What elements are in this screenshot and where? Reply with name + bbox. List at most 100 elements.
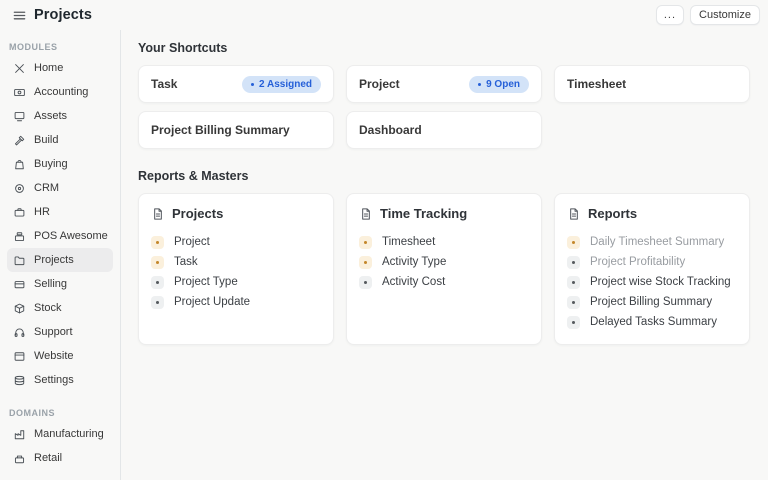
sidebar-item-website[interactable]: Website <box>7 344 113 368</box>
app-header: Projects ... Customize <box>0 0 768 30</box>
website-icon <box>12 349 26 363</box>
shortcut-card-project-billing-summary[interactable]: Project Billing Summary <box>138 111 334 149</box>
masters-card-header: Time Tracking <box>359 206 529 221</box>
shortcut-label: Timesheet <box>567 77 626 91</box>
item-status-dot <box>567 276 580 289</box>
sidebar-item-pos-awesome[interactable]: POS Awesome <box>7 224 113 248</box>
masters-link-label: Project Update <box>174 296 250 308</box>
sidebar-item-projects[interactable]: Projects <box>7 248 113 272</box>
badge-text: 9 Open <box>486 79 520 90</box>
more-options-button[interactable]: ... <box>656 5 684 25</box>
masters-link-label: Project <box>174 236 210 248</box>
sidebar-item-label: Support <box>34 326 73 338</box>
masters-link-activity-type[interactable]: Activity Type <box>359 252 529 272</box>
shortcut-label: Project Billing Summary <box>151 123 290 137</box>
masters-grid: Projects Project Task Project Type Project U… <box>138 193 750 345</box>
file-text-icon <box>359 207 373 221</box>
accounting-icon <box>12 85 26 99</box>
sidebar-item-label: Settings <box>34 374 74 386</box>
masters-card-title: Projects <box>172 206 223 221</box>
settings-icon <box>12 373 26 387</box>
shortcut-card-project[interactable]: Project 9 Open <box>346 65 542 103</box>
item-status-dot <box>359 256 372 269</box>
sidebar-item-build[interactable]: Build <box>7 128 113 152</box>
manufacturing-icon <box>12 427 26 441</box>
masters-link-task[interactable]: Task <box>151 252 321 272</box>
page-title: Projects <box>34 7 92 23</box>
masters-link-project-profitability[interactable]: Project Profitability <box>567 252 737 272</box>
sidebar-item-crm[interactable]: CRM <box>7 176 113 200</box>
sidebar-item-label: Home <box>34 62 63 74</box>
masters-link-label: Activity Cost <box>382 276 445 288</box>
hamburger-menu-icon[interactable] <box>10 6 28 24</box>
buying-icon <box>12 157 26 171</box>
sidebar-item-manufacturing[interactable]: Manufacturing <box>7 422 113 446</box>
sidebar-item-label: Projects <box>34 254 74 266</box>
sidebar-item-home[interactable]: Home <box>7 56 113 80</box>
badge-text: 2 Assigned <box>259 79 312 90</box>
masters-card-header: Reports <box>567 206 737 221</box>
masters-link-timesheet[interactable]: Timesheet <box>359 232 529 252</box>
sidebar-item-settings[interactable]: Settings <box>7 368 113 392</box>
item-status-dot <box>567 256 580 269</box>
item-status-dot <box>359 236 372 249</box>
masters-link-project[interactable]: Project <box>151 232 321 252</box>
shortcut-card-timesheet[interactable]: Timesheet <box>554 65 750 103</box>
hr-icon <box>12 205 26 219</box>
masters-card-projects: Projects Project Task Project Type Project U… <box>138 193 334 345</box>
sidebar-item-label: POS Awesome <box>34 230 108 242</box>
item-status-dot <box>567 236 580 249</box>
sidebar-item-selling[interactable]: Selling <box>7 272 113 296</box>
masters-link-project-type[interactable]: Project Type <box>151 272 321 292</box>
masters-heading: Reports & Masters <box>138 169 750 183</box>
masters-link-project-billing-summary[interactable]: Project Billing Summary <box>567 292 737 312</box>
sidebar-item-assets[interactable]: Assets <box>7 104 113 128</box>
shortcut-card-task[interactable]: Task 2 Assigned <box>138 65 334 103</box>
shortcut-label: Task <box>151 77 177 91</box>
masters-link-activity-cost[interactable]: Activity Cost <box>359 272 529 292</box>
masters-link-label: Timesheet <box>382 236 435 248</box>
item-status-dot <box>151 256 164 269</box>
item-status-dot <box>151 276 164 289</box>
badge-dot <box>251 83 254 86</box>
sidebar-item-label: Retail <box>34 452 62 464</box>
shortcut-card-dashboard[interactable]: Dashboard <box>346 111 542 149</box>
sidebar-item-label: Selling <box>34 278 67 290</box>
count-badge: 9 Open <box>469 76 529 93</box>
assets-icon <box>12 109 26 123</box>
masters-link-project-wise-stock-tracking[interactable]: Project wise Stock Tracking <box>567 272 737 292</box>
shortcuts-heading: Your Shortcuts <box>138 41 750 55</box>
item-status-dot <box>567 316 580 329</box>
shortcuts-grid: Task 2 Assigned Project 9 Open Timesheet Proj… <box>138 65 750 149</box>
item-status-dot <box>359 276 372 289</box>
sidebar-item-label: Buying <box>34 158 68 170</box>
stock-icon <box>12 301 26 315</box>
customize-button[interactable]: Customize <box>690 5 760 25</box>
shortcut-label: Project <box>359 77 400 91</box>
sidebar: MODULESHomeAccountingAssetsBuildBuyingCR… <box>0 30 121 480</box>
masters-link-daily-timesheet-summary[interactable]: Daily Timesheet Summary <box>567 232 737 252</box>
masters-card-title: Reports <box>588 206 637 221</box>
sidebar-item-buying[interactable]: Buying <box>7 152 113 176</box>
count-badge: 2 Assigned <box>242 76 321 93</box>
sidebar-item-accounting[interactable]: Accounting <box>7 80 113 104</box>
masters-link-label: Project Type <box>174 276 238 288</box>
shortcut-label: Dashboard <box>359 123 422 137</box>
sidebar-item-label: Accounting <box>34 86 88 98</box>
sidebar-item-retail[interactable]: Retail <box>7 446 113 470</box>
sidebar-item-support[interactable]: Support <box>7 320 113 344</box>
masters-link-delayed-tasks-summary[interactable]: Delayed Tasks Summary <box>567 312 737 332</box>
build-icon <box>12 133 26 147</box>
sidebar-section-label: DOMAINS <box>9 408 120 418</box>
sidebar-item-hr[interactable]: HR <box>7 200 113 224</box>
support-icon <box>12 325 26 339</box>
sidebar-item-label: Stock <box>34 302 62 314</box>
masters-link-label: Daily Timesheet Summary <box>590 236 724 248</box>
masters-card-header: Projects <box>151 206 321 221</box>
item-status-dot <box>567 296 580 309</box>
sidebar-item-stock[interactable]: Stock <box>7 296 113 320</box>
sidebar-item-label: Website <box>34 350 74 362</box>
home-icon <box>12 61 26 75</box>
masters-link-project-update[interactable]: Project Update <box>151 292 321 312</box>
masters-card-time-tracking: Time Tracking Timesheet Activity Type Activ… <box>346 193 542 345</box>
